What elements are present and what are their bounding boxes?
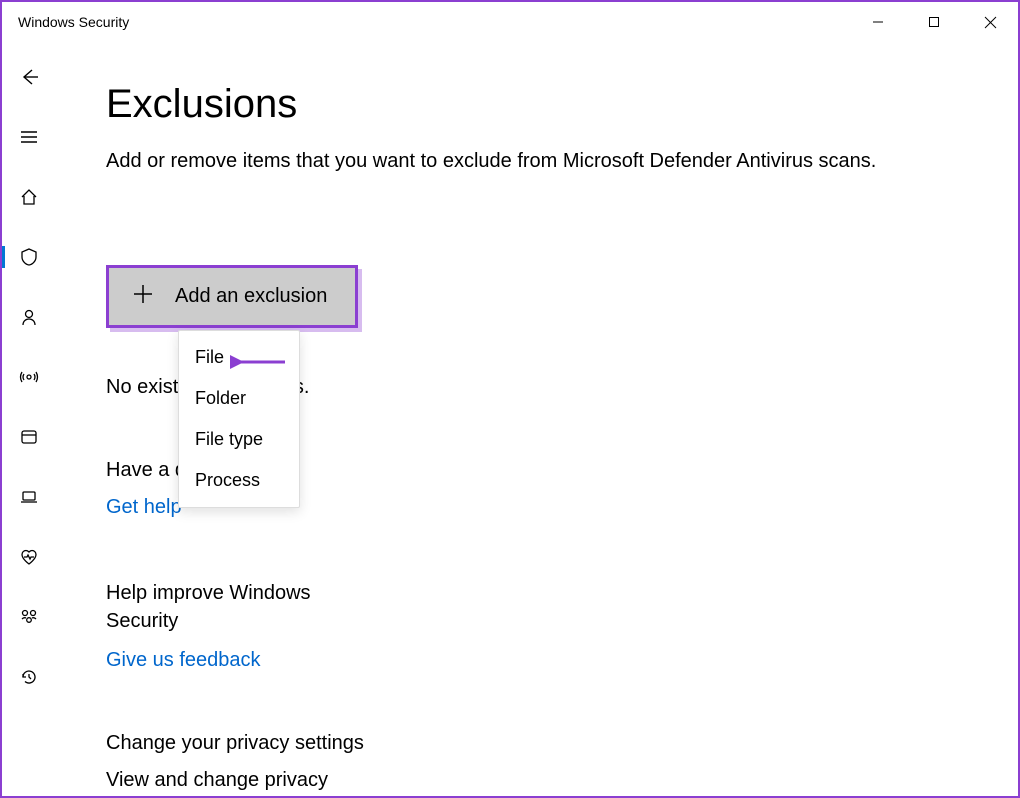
add-exclusion-button[interactable]: Add an exclusion bbox=[106, 265, 358, 328]
page-subtitle: Add or remove items that you want to exc… bbox=[106, 147, 968, 175]
network-icon bbox=[18, 366, 40, 388]
hamburger-icon bbox=[18, 126, 40, 148]
sidebar-item-device-security[interactable] bbox=[2, 482, 56, 512]
exclusion-type-dropdown: File Folder File type Process bbox=[178, 330, 300, 508]
back-button[interactable] bbox=[2, 62, 56, 92]
plus-icon bbox=[131, 282, 155, 311]
person-icon bbox=[18, 306, 40, 328]
add-exclusion-label: Add an exclusion bbox=[175, 285, 327, 308]
shield-icon bbox=[18, 246, 40, 268]
get-help-link[interactable]: Get help bbox=[106, 496, 182, 519]
window-controls bbox=[850, 2, 1018, 42]
sidebar-item-virus-protection[interactable] bbox=[2, 242, 56, 272]
heart-rate-icon bbox=[18, 546, 40, 568]
dropdown-item-folder[interactable]: Folder bbox=[179, 378, 299, 419]
sidebar-item-family-options[interactable] bbox=[2, 602, 56, 632]
sidebar bbox=[2, 42, 56, 796]
privacy-subtext: View and change privacy bbox=[106, 769, 968, 792]
back-arrow-icon bbox=[18, 66, 40, 88]
sidebar-item-firewall[interactable] bbox=[2, 362, 56, 392]
sidebar-item-protection-history[interactable] bbox=[2, 662, 56, 692]
window-title: Windows Security bbox=[18, 14, 129, 30]
dropdown-item-process[interactable]: Process bbox=[179, 460, 299, 501]
window-icon bbox=[18, 426, 40, 448]
close-button[interactable] bbox=[962, 2, 1018, 42]
help-improve-heading: Help improve Windows Security bbox=[106, 579, 366, 635]
dropdown-item-file[interactable]: File bbox=[179, 337, 299, 378]
sidebar-item-device-performance[interactable] bbox=[2, 542, 56, 572]
sidebar-item-app-control[interactable] bbox=[2, 422, 56, 452]
history-icon bbox=[18, 666, 40, 688]
minimize-button[interactable] bbox=[850, 2, 906, 42]
titlebar: Windows Security bbox=[2, 2, 1018, 42]
sidebar-item-account-protection[interactable] bbox=[2, 302, 56, 332]
dropdown-item-filetype[interactable]: File type bbox=[179, 419, 299, 460]
laptop-icon bbox=[18, 486, 40, 508]
maximize-button[interactable] bbox=[906, 2, 962, 42]
family-icon bbox=[18, 606, 40, 628]
page-title: Exclusions bbox=[106, 82, 968, 127]
menu-button[interactable] bbox=[2, 122, 56, 152]
feedback-link[interactable]: Give us feedback bbox=[106, 649, 261, 672]
sidebar-item-home[interactable] bbox=[2, 182, 56, 212]
privacy-heading: Change your privacy settings bbox=[106, 732, 968, 755]
home-icon bbox=[18, 186, 40, 208]
